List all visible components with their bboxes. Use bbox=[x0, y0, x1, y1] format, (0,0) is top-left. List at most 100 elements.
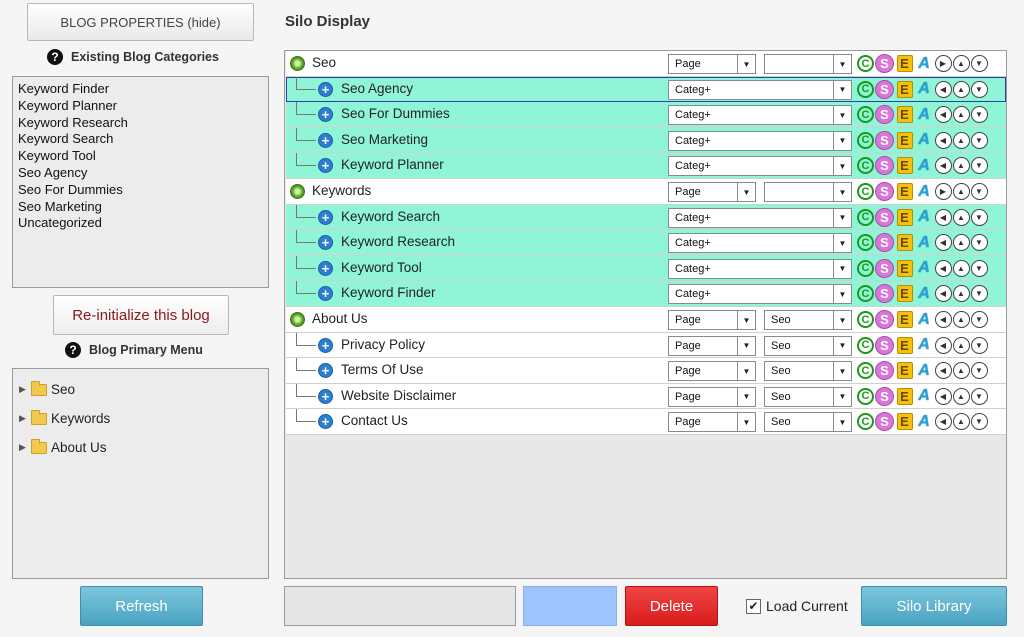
arrow-left-icon[interactable]: ◀ bbox=[934, 387, 952, 405]
plus-circle-icon[interactable]: + bbox=[318, 132, 333, 148]
chevron-down-icon[interactable]: ▼ bbox=[737, 55, 755, 73]
a-letter-icon[interactable]: A bbox=[915, 156, 934, 175]
plus-circle-icon[interactable]: + bbox=[318, 260, 333, 276]
e-square-icon[interactable]: E bbox=[896, 208, 913, 226]
silo-child-row[interactable]: + Keyword Tool Categ+ ▼ C S E A ◀ ▲ ▼ bbox=[286, 255, 1006, 282]
arrow-right-icon[interactable]: ▶ bbox=[934, 55, 952, 72]
c-circle-icon[interactable]: C bbox=[857, 80, 874, 98]
plus-circle-icon[interactable]: + bbox=[318, 363, 333, 379]
a-letter-icon[interactable]: A bbox=[915, 284, 934, 303]
arrow-down-icon[interactable]: ▼ bbox=[970, 106, 988, 124]
s-circle-icon[interactable]: S bbox=[875, 386, 894, 406]
target-select[interactable]: Seo ▼ bbox=[764, 386, 852, 407]
a-letter-icon[interactable]: A bbox=[915, 131, 934, 150]
arrow-up-icon[interactable]: ▲ bbox=[952, 183, 970, 200]
menu-tree-item[interactable]: ▶ Seo bbox=[19, 375, 262, 404]
chevron-down-icon[interactable]: ▼ bbox=[833, 362, 851, 381]
e-square-icon[interactable]: E bbox=[896, 157, 913, 175]
category-list-item[interactable]: Seo For Dummies bbox=[18, 182, 263, 199]
arrow-down-icon[interactable]: ▼ bbox=[970, 362, 988, 380]
category-list-item[interactable]: Keyword Planner bbox=[18, 98, 263, 115]
a-letter-icon[interactable]: A bbox=[915, 412, 934, 431]
category-list-item[interactable]: Seo Marketing bbox=[18, 199, 263, 216]
c-circle-icon[interactable]: C bbox=[857, 131, 874, 149]
target-select[interactable]: ▼ bbox=[764, 54, 852, 74]
arrow-up-icon[interactable]: ▲ bbox=[952, 131, 970, 149]
reinitialize-blog-button[interactable]: Re-initialize this blog bbox=[53, 295, 229, 335]
chevron-down-icon[interactable]: ▼ bbox=[833, 157, 851, 176]
s-circle-icon[interactable]: S bbox=[875, 258, 894, 278]
plus-circle-icon[interactable]: + bbox=[318, 235, 333, 251]
arrow-down-icon[interactable]: ▼ bbox=[970, 157, 988, 175]
e-square-icon[interactable]: E bbox=[896, 336, 913, 354]
e-square-icon[interactable]: E bbox=[896, 80, 913, 98]
chevron-down-icon[interactable]: ▼ bbox=[833, 387, 851, 406]
e-square-icon[interactable]: E bbox=[896, 131, 913, 149]
a-letter-icon[interactable]: A bbox=[915, 387, 934, 406]
chevron-down-icon[interactable]: ▼ bbox=[737, 413, 755, 432]
type-select[interactable]: Page ▼ bbox=[668, 386, 756, 407]
arrow-left-icon[interactable]: ◀ bbox=[934, 131, 952, 149]
e-square-icon[interactable]: E bbox=[896, 183, 913, 200]
type-select[interactable]: Categ+ ▼ bbox=[668, 258, 852, 279]
silo-child-row[interactable]: + Seo For Dummies Categ+ ▼ C S E A ◀ ▲ ▼ bbox=[286, 102, 1006, 128]
arrow-left-icon[interactable]: ◀ bbox=[934, 106, 952, 124]
a-letter-icon[interactable]: A bbox=[915, 54, 934, 73]
arrow-left-icon[interactable]: ◀ bbox=[934, 285, 952, 303]
silo-child-row[interactable]: + Terms Of Use Page ▼ Seo ▼ C S E A ◀ ▲ ▼ bbox=[286, 358, 1006, 384]
silo-child-row[interactable]: + Seo Agency Categ+ ▼ C S E A ◀ ▲ ▼ bbox=[286, 76, 1006, 103]
a-letter-icon[interactable]: A bbox=[915, 336, 934, 355]
plus-circle-icon[interactable]: + bbox=[318, 158, 333, 174]
s-circle-icon[interactable]: S bbox=[875, 105, 894, 125]
expand-arrow-icon[interactable]: ▶ bbox=[19, 413, 31, 424]
silo-child-row[interactable]: + Keyword Planner Categ+ ▼ C S E A ◀ ▲ ▼ bbox=[286, 153, 1006, 179]
arrow-left-icon[interactable]: ◀ bbox=[934, 234, 952, 252]
plus-circle-icon[interactable]: + bbox=[318, 286, 333, 302]
s-circle-icon[interactable]: S bbox=[875, 412, 894, 432]
arrow-up-icon[interactable]: ▲ bbox=[952, 311, 970, 328]
a-letter-icon[interactable]: A bbox=[915, 361, 934, 380]
primary-menu-tree[interactable]: ▶ Seo ▶ Keywords ▶ About Us bbox=[12, 368, 269, 579]
s-circle-icon[interactable]: S bbox=[875, 156, 894, 176]
chevron-down-icon[interactable]: ▼ bbox=[833, 285, 851, 304]
arrow-up-icon[interactable]: ▲ bbox=[952, 259, 970, 277]
type-select[interactable]: Page ▼ bbox=[668, 310, 756, 330]
arrow-up-icon[interactable]: ▲ bbox=[952, 80, 970, 98]
e-square-icon[interactable]: E bbox=[896, 55, 913, 72]
type-select[interactable]: Page ▼ bbox=[668, 182, 756, 202]
type-select[interactable]: Categ+ ▼ bbox=[668, 233, 852, 254]
silo-child-row[interactable]: + Website Disclaimer Page ▼ Seo ▼ C S E A ◀ ▲ ▼ bbox=[286, 383, 1006, 410]
chevron-down-icon[interactable]: ▼ bbox=[737, 311, 755, 329]
chevron-down-icon[interactable]: ▼ bbox=[833, 183, 851, 201]
arrow-down-icon[interactable]: ▼ bbox=[970, 208, 988, 226]
load-current-option[interactable]: ✔ Load Current bbox=[746, 598, 848, 614]
s-circle-icon[interactable]: S bbox=[875, 335, 894, 355]
arrow-up-icon[interactable]: ▲ bbox=[952, 234, 970, 252]
target-select[interactable]: Seo ▼ bbox=[764, 310, 852, 330]
expand-arrow-icon[interactable]: ▶ bbox=[19, 384, 31, 395]
silo-name-input[interactable] bbox=[284, 586, 516, 626]
unlabeled-action-button[interactable] bbox=[523, 586, 617, 626]
arrow-left-icon[interactable]: ◀ bbox=[934, 362, 952, 380]
type-select[interactable]: Page ▼ bbox=[668, 361, 756, 382]
menu-tree-item[interactable]: ▶ Keywords bbox=[19, 404, 262, 433]
c-circle-icon[interactable]: C bbox=[857, 157, 874, 175]
plus-circle-icon[interactable]: + bbox=[318, 337, 333, 353]
type-select[interactable]: Categ+ ▼ bbox=[668, 284, 852, 305]
type-select[interactable]: Categ+ ▼ bbox=[668, 156, 852, 177]
target-select[interactable]: ▼ bbox=[764, 182, 852, 202]
c-circle-icon[interactable]: C bbox=[857, 285, 874, 303]
chevron-down-icon[interactable]: ▼ bbox=[737, 387, 755, 406]
silo-parent-row[interactable]: Seo Page ▼ ▼ C S E A ▶ ▲ ▼ bbox=[286, 51, 1006, 77]
arrow-right-icon[interactable]: ▶ bbox=[934, 183, 952, 200]
arrow-up-icon[interactable]: ▲ bbox=[952, 106, 970, 124]
c-circle-icon[interactable]: C bbox=[857, 208, 874, 226]
expand-arrow-icon[interactable]: ▶ bbox=[19, 442, 31, 453]
s-circle-icon[interactable]: S bbox=[875, 361, 894, 381]
arrow-left-icon[interactable]: ◀ bbox=[934, 413, 952, 431]
arrow-down-icon[interactable]: ▼ bbox=[970, 131, 988, 149]
c-circle-icon[interactable]: C bbox=[857, 362, 874, 380]
s-circle-icon[interactable]: S bbox=[875, 207, 894, 227]
existing-categories-list[interactable]: Keyword Finder Keyword Planner Keyword Res… bbox=[12, 76, 269, 288]
menu-tree-item[interactable]: ▶ About Us bbox=[19, 433, 262, 462]
